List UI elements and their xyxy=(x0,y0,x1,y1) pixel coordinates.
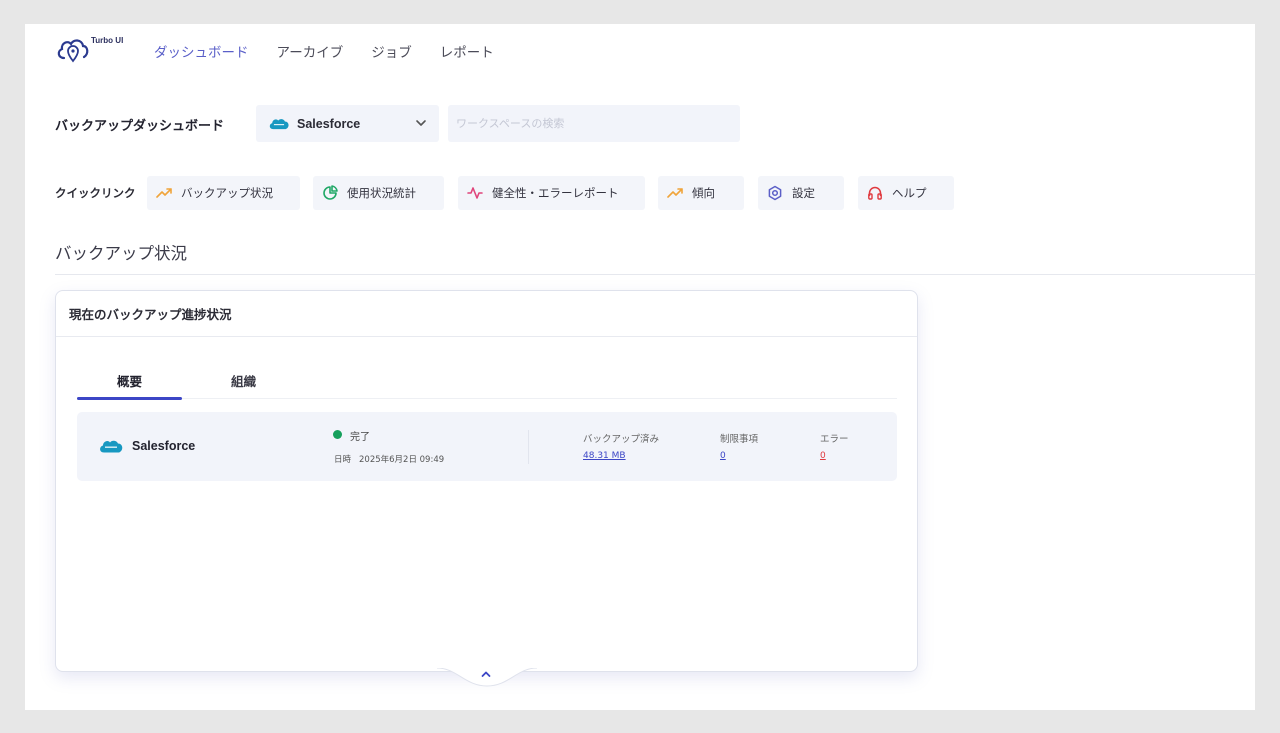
quick-link-label: 使用状況統計 xyxy=(347,186,416,200)
nav-item-reports[interactable]: レポート xyxy=(440,41,494,61)
quick-links-label: クイックリンク xyxy=(55,186,136,200)
trending-up-icon xyxy=(155,184,173,202)
salesforce-cloud-icon xyxy=(269,118,289,129)
quick-link-usage-stats[interactable]: 使用状況統計 xyxy=(313,176,444,210)
collapse-handle[interactable] xyxy=(437,668,537,690)
pie-chart-icon xyxy=(321,184,339,202)
metric-value-limitations[interactable]: 0 xyxy=(720,451,726,461)
workspace-search-input[interactable] xyxy=(448,105,740,142)
quick-link-label: ヘルプ xyxy=(892,186,927,200)
date-value: 2025年6月2日 09:49 xyxy=(359,455,445,465)
trending-up-icon xyxy=(666,184,684,202)
quick-link-label: 傾向 xyxy=(692,186,715,200)
tab-overview[interactable]: 概要 xyxy=(77,357,182,400)
card-header: 現在のバックアップ進捗状況 xyxy=(56,291,917,337)
quick-link-label: バックアップ状況 xyxy=(181,186,273,200)
brand-logo[interactable]: Turbo UI xyxy=(55,34,127,68)
metric-label-errors: エラー xyxy=(820,434,849,445)
row-divider xyxy=(528,430,529,464)
quick-link-settings[interactable]: 設定 xyxy=(758,176,844,210)
quick-link-trends[interactable]: 傾向 xyxy=(658,176,744,210)
org-backup-row[interactable]: Salesforce 完了 日時 2025年6月2日 09:49 バックアップ済… xyxy=(77,412,897,481)
status-dot xyxy=(333,430,342,439)
backup-progress-card: 現在のバックアップ進捗状況 概要 組織 Salesforce 完了 日時 202… xyxy=(55,290,918,672)
top-nav: ダッシュボード アーカイブ ジョブ レポート xyxy=(154,41,494,61)
nav-item-dashboard[interactable]: ダッシュボード xyxy=(154,41,249,61)
headphones-icon xyxy=(866,184,884,202)
metric-value-errors[interactable]: 0 xyxy=(820,451,826,461)
org-name: Salesforce xyxy=(132,439,196,453)
date-label: 日時 xyxy=(334,455,352,465)
nav-item-archive[interactable]: アーカイブ xyxy=(277,41,344,61)
salesforce-cloud-icon xyxy=(100,440,123,453)
page-title: バックアップダッシュボード xyxy=(55,119,225,134)
metric-label-limitations: 制限事項 xyxy=(720,434,759,445)
status-text: 完了 xyxy=(350,432,370,443)
tab-organization[interactable]: 組織 xyxy=(191,357,296,399)
cloud-pin-icon xyxy=(57,39,89,63)
card-tabs: 概要 組織 xyxy=(77,357,897,400)
section-title: バックアップ状況 xyxy=(55,244,187,263)
chevron-down-icon xyxy=(416,120,426,126)
quick-link-label: 設定 xyxy=(792,186,815,200)
metric-label-backed-up: バックアップ済み xyxy=(583,434,660,445)
org-select-value: Salesforce xyxy=(297,116,361,131)
quick-link-backup-status[interactable]: バックアップ状況 xyxy=(147,176,300,210)
quick-link-label: 健全性・エラーレポート xyxy=(492,186,619,200)
app-page: Turbo UI ダッシュボード アーカイブ ジョブ レポート バックアップダッ… xyxy=(25,24,1255,710)
gear-icon xyxy=(766,184,784,202)
section-divider xyxy=(55,274,1255,275)
activity-icon xyxy=(466,184,484,202)
card-title: 現在のバックアップ進捗状況 xyxy=(69,307,232,322)
quick-link-help[interactable]: ヘルプ xyxy=(858,176,954,210)
nav-item-jobs[interactable]: ジョブ xyxy=(371,41,412,61)
org-select-dropdown[interactable]: Salesforce xyxy=(256,105,439,142)
brand-name: Turbo UI xyxy=(91,36,124,45)
metric-value-backed-up[interactable]: 48.31 MB xyxy=(583,451,626,461)
quick-link-health-error-report[interactable]: 健全性・エラーレポート xyxy=(458,176,645,210)
